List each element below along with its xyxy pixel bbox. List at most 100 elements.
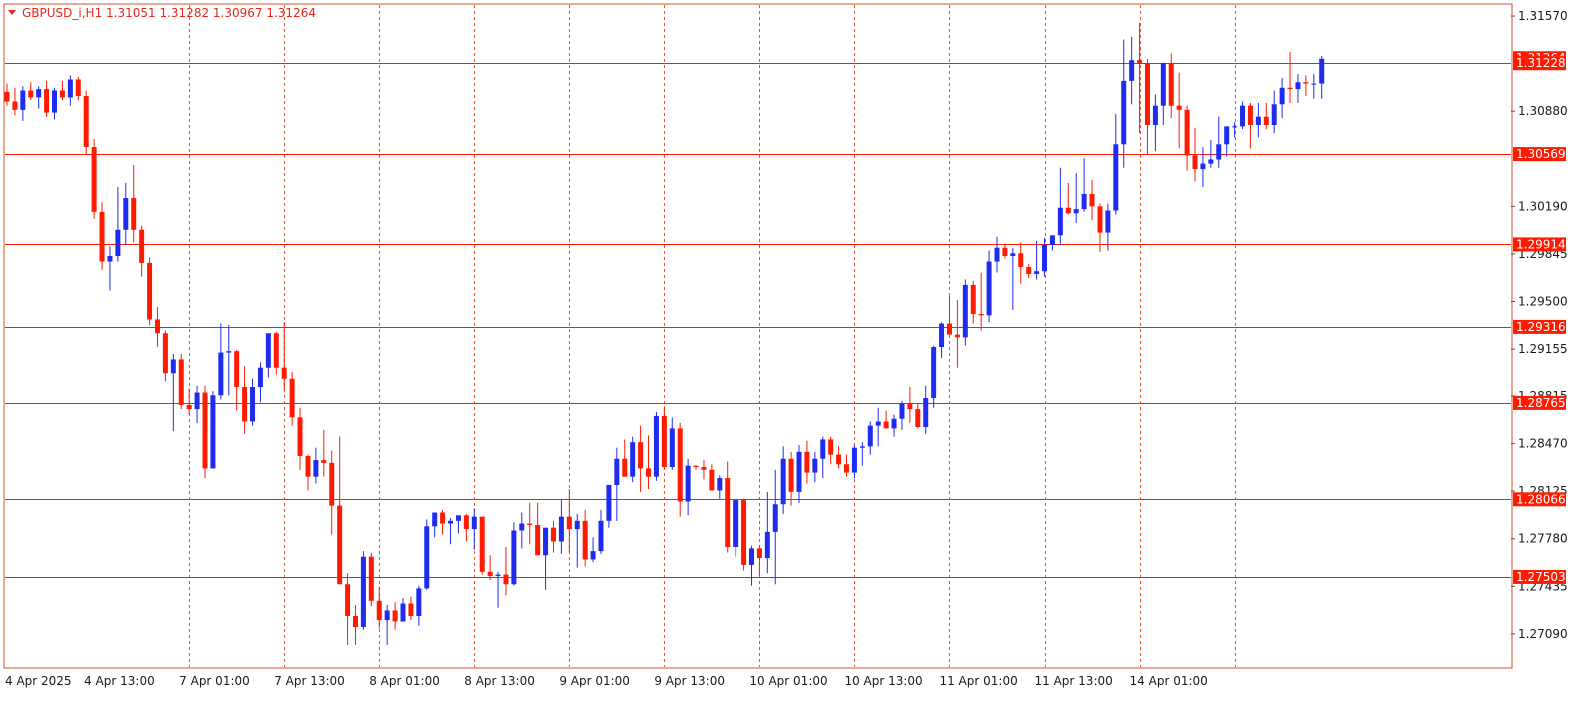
candle-body: [170, 359, 176, 374]
candle-body: [107, 256, 113, 262]
candle-body: [479, 516, 485, 572]
level-badge: 1.29316: [1513, 319, 1566, 334]
level-badge: 1.30569: [1513, 147, 1566, 162]
candle-body: [915, 409, 921, 428]
candle-body: [986, 261, 992, 316]
candle-body: [717, 478, 723, 491]
candle-body: [1271, 104, 1277, 125]
time-tick-label: 10 Apr 13:00: [844, 674, 922, 688]
candle-body: [400, 603, 406, 622]
candle-body: [1089, 193, 1095, 207]
candle-body: [257, 367, 263, 388]
candle-body: [899, 403, 905, 419]
candle-body: [1144, 62, 1150, 125]
candle-body: [463, 515, 469, 530]
candle-12: [99, 202, 105, 270]
candle-body: [907, 403, 913, 410]
candle-body: [36, 89, 42, 98]
candle-22: [178, 353, 184, 410]
time-tick-label: 4 Apr 13:00: [84, 674, 155, 688]
time-tick-label: 9 Apr 01:00: [559, 674, 630, 688]
candle-body: [1208, 159, 1214, 164]
candle-body: [812, 458, 818, 473]
candle-body: [218, 352, 224, 396]
candle-body: [368, 556, 374, 601]
candle-body: [1073, 209, 1079, 214]
candle-body: [408, 603, 414, 616]
candle-body: [20, 90, 26, 110]
candle-body: [511, 530, 517, 585]
candle-body: [59, 90, 65, 98]
candle-body: [471, 516, 477, 530]
candle-body: [1311, 83, 1317, 85]
candle-body: [1247, 105, 1253, 125]
candle-body: [582, 520, 588, 560]
candle-body: [1097, 206, 1103, 233]
candle-body: [1184, 109, 1190, 156]
candle-body: [1026, 267, 1032, 274]
candle-46: [368, 552, 374, 607]
candle-body: [154, 319, 160, 334]
candle-body: [677, 428, 683, 502]
candle-body: [4, 91, 10, 102]
candle-body: [796, 451, 802, 492]
candle-body: [1319, 58, 1325, 84]
candle-body: [12, 101, 18, 110]
candle-body: [99, 211, 105, 262]
candle-body: [741, 500, 747, 565]
candle-body: [210, 395, 216, 469]
candle-body: [1295, 82, 1301, 90]
chart-title: GBPUSD_i,H1 1.31051 1.31282 1.30967 1.31…: [8, 6, 316, 20]
candle-body: [1160, 62, 1166, 106]
price-tick-label: 1.29155: [1518, 342, 1568, 356]
candle-body: [1018, 253, 1024, 268]
candle-body: [939, 323, 945, 348]
candle-26: [210, 391, 216, 469]
candle-body: [455, 515, 461, 521]
candle-body: [52, 90, 58, 113]
candle-body: [1129, 60, 1135, 81]
candle-body: [75, 79, 81, 97]
candle-body: [1240, 105, 1246, 127]
candle-body: [844, 464, 850, 473]
candle-body: [289, 378, 295, 418]
candle-body: [954, 334, 960, 338]
candle-body: [352, 615, 358, 628]
candle-body: [1010, 253, 1016, 257]
candle-body: [669, 428, 675, 468]
candle-body: [178, 359, 184, 405]
time-tick-label: 10 Apr 01:00: [749, 674, 827, 688]
time-tick-label: 11 Apr 01:00: [939, 674, 1017, 688]
candle-body: [1042, 244, 1048, 272]
candle-body: [305, 455, 311, 477]
candle-64: [511, 522, 517, 586]
candle-body: [820, 439, 826, 459]
price-chart[interactable]: 1.315701.308801.301901.298451.295001.291…: [0, 0, 1586, 703]
candle-body: [661, 415, 667, 468]
time-tick-label: 7 Apr 01:00: [179, 674, 250, 688]
price-tick-label: 1.29500: [1518, 295, 1568, 309]
candle-body: [115, 229, 121, 257]
time-tick-label: 9 Apr 13:00: [654, 674, 725, 688]
candle-82: [653, 411, 659, 481]
candle-body: [622, 458, 628, 477]
level-badge: 1.29914: [1513, 237, 1566, 252]
candle-body: [186, 404, 192, 410]
candle-body: [978, 313, 984, 316]
candle-11: [91, 138, 97, 219]
price-badge-label: 1.29914: [1516, 237, 1566, 251]
candle-body: [226, 351, 232, 353]
candle-body: [701, 467, 707, 470]
price-tick-label: 1.27780: [1518, 532, 1568, 546]
candle-10: [83, 90, 89, 154]
candle-body: [550, 527, 556, 542]
time-axis: 4 Apr 2025 4 Apr 13:00 7 Apr 01:00 7 Apr 13…: [5, 674, 1208, 688]
price-tick-label: 1.30880: [1518, 104, 1568, 118]
candle-body: [1192, 155, 1198, 170]
candle-body: [337, 505, 343, 585]
candle-body: [265, 333, 271, 368]
candle-body: [281, 367, 287, 379]
price-tick-label: 1.28470: [1518, 437, 1568, 451]
level-badge: 1.31228: [1513, 56, 1566, 71]
price-badge-label: 1.27503: [1516, 570, 1566, 584]
